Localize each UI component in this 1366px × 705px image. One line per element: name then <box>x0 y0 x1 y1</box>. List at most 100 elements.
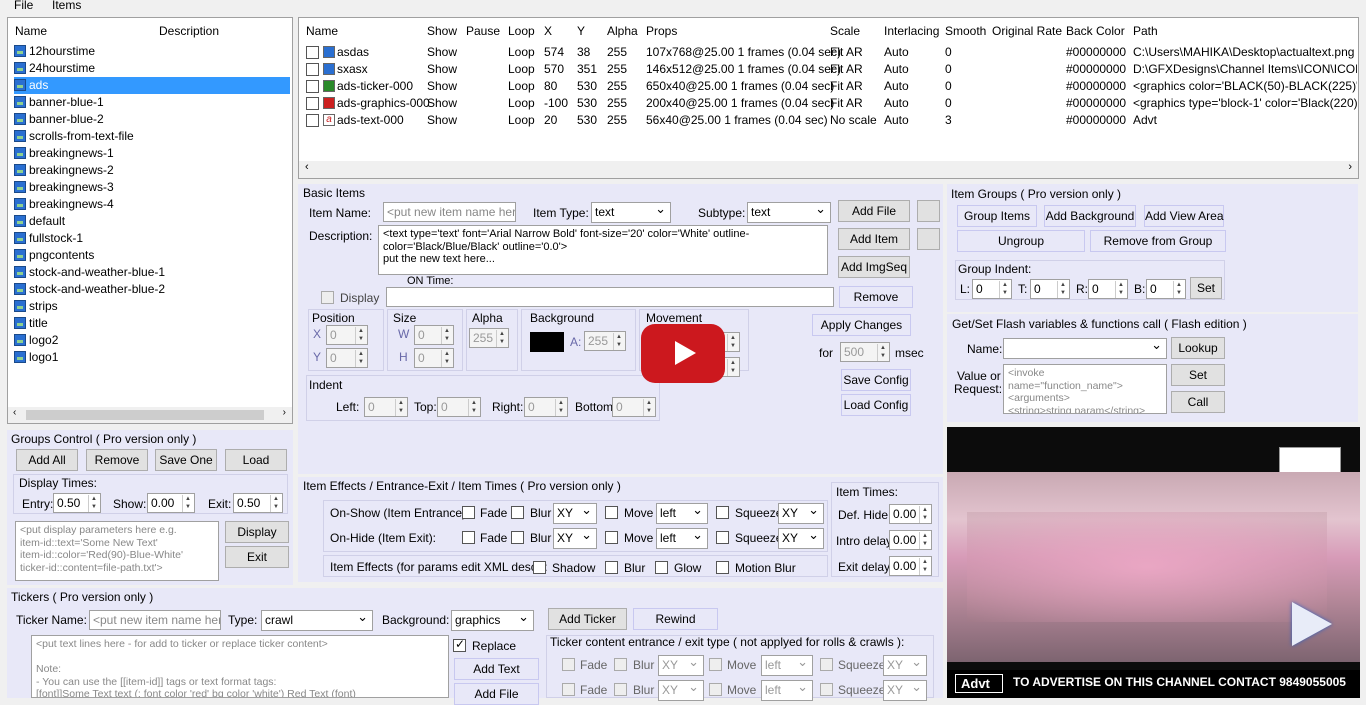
ticker-xy-select-0[interactable]: XY <box>658 652 704 676</box>
bg-alpha-spinner[interactable]: 255 <box>584 331 626 351</box>
rewind-button[interactable]: Rewind <box>633 608 718 630</box>
scroll-left-icon[interactable]: ‹ <box>13 407 16 418</box>
description-textarea[interactable]: <text type='text' font='Arial Narrow Bol… <box>378 225 828 275</box>
display-params-textarea[interactable]: <put display parameters here e.g. item-i… <box>15 521 219 581</box>
grid-col-original-rate[interactable]: Original Rate <box>992 18 1062 44</box>
youtube-play-button[interactable] <box>641 324 725 383</box>
ticker-background-select[interactable]: graphics <box>451 607 534 631</box>
entry-spinner[interactable]: 0.50 <box>53 493 101 513</box>
exit-delay-spinner[interactable]: 0.00 <box>889 556 932 576</box>
def-hide-spinner[interactable]: 0.00 <box>889 504 932 524</box>
grid-col-x[interactable]: X <box>544 18 552 44</box>
tree-header-description[interactable]: Description <box>159 18 219 44</box>
add-imgseq-button[interactable]: Add ImgSeq <box>838 256 910 278</box>
grid-col-props[interactable]: Props <box>646 18 677 44</box>
tree-item[interactable]: pngcontents <box>14 247 94 264</box>
squeeze-xy-select-show[interactable]: XY <box>778 500 824 524</box>
indent-right-spinner[interactable]: 0 <box>524 397 568 417</box>
scroll-right-icon[interactable]: › <box>283 407 286 418</box>
load-config-button[interactable]: Load Config <box>841 394 911 416</box>
tree-item[interactable]: 24hourstime <box>14 60 95 77</box>
grid-col-y[interactable]: Y <box>577 18 585 44</box>
flash-request-textarea[interactable]: <invoke name="function_name"> <arguments… <box>1003 364 1167 414</box>
tree-item[interactable]: banner-blue-1 <box>14 94 104 111</box>
flash-set-button[interactable]: Set <box>1171 364 1225 386</box>
tree-horizontal-scrollbar[interactable]: ‹ › <box>8 407 292 423</box>
group-items-button[interactable]: Group Items <box>957 205 1037 227</box>
groups-remove-button[interactable]: Remove <box>86 449 148 471</box>
exit-button[interactable]: Exit <box>225 546 289 568</box>
add-view-area-button[interactable]: Add View Area <box>1144 205 1224 227</box>
ticker-fade-checkbox-0[interactable] <box>562 658 575 671</box>
menu-file[interactable]: File <box>14 0 33 12</box>
subtype-select[interactable]: text <box>747 199 831 223</box>
save-config-button[interactable]: Save Config <box>841 369 911 391</box>
direction-select-show[interactable]: left <box>656 500 708 524</box>
intro-delay-spinner[interactable]: 0.00 <box>889 530 932 550</box>
ticker-fade-checkbox-1[interactable] <box>562 683 575 696</box>
item-type-select[interactable]: text <box>591 199 671 223</box>
tree-item[interactable]: strips <box>14 298 58 315</box>
ticker-direction-select-0[interactable]: left <box>761 652 813 676</box>
tree-item[interactable]: breakingnews-4 <box>14 196 114 213</box>
squeeze-xy-select-hide[interactable]: XY <box>778 525 824 549</box>
add-item-button[interactable]: Add Item <box>838 228 910 250</box>
blank-button-1[interactable] <box>917 200 940 222</box>
tree-header-name[interactable]: Name <box>15 18 47 44</box>
save-one-button[interactable]: Save One <box>155 449 217 471</box>
move-checkbox-show[interactable] <box>605 506 618 519</box>
tree-item[interactable]: stock-and-weather-blue-1 <box>14 264 165 281</box>
tree-item[interactable]: title <box>14 315 48 332</box>
tree-item[interactable]: fullstock-1 <box>14 230 83 247</box>
ticker-squeeze-checkbox-0[interactable] <box>820 658 833 671</box>
ticker-blur-checkbox-0[interactable] <box>614 658 627 671</box>
grid-col-scale[interactable]: Scale <box>830 18 860 44</box>
indent-bottom-spinner[interactable]: 0 <box>612 397 656 417</box>
grid-col-pause[interactable]: Pause <box>466 18 500 44</box>
table-row[interactable]: sxasx Show Loop 570 351 255 146x512@25.00 1 fr… <box>299 61 1358 78</box>
show-spinner[interactable]: 0.00 <box>147 493 195 513</box>
tree-item[interactable]: breakingnews-2 <box>14 162 114 179</box>
glow-checkbox[interactable] <box>655 561 668 574</box>
flash-call-button[interactable]: Call <box>1171 391 1225 413</box>
table-row[interactable]: a ads-text-000 Show Loop 20 530 255 56x40@25.00… <box>299 112 1358 129</box>
indent-left-spinner[interactable]: 0 <box>364 397 408 417</box>
pos-y-spinner[interactable]: 0 <box>326 348 368 368</box>
row-checkbox[interactable] <box>306 46 319 59</box>
tree-item[interactable]: logo2 <box>14 332 58 349</box>
menu-items[interactable]: Items <box>52 0 81 12</box>
ticker-name-input[interactable]: <put new item name here> <box>89 610 221 630</box>
blank-button-2[interactable] <box>917 228 940 250</box>
indent-l-spinner[interactable]: 0 <box>972 279 1012 299</box>
xy-select-show[interactable]: XY <box>553 500 597 524</box>
add-all-button[interactable]: Add All <box>16 449 78 471</box>
tree-item[interactable]: scrolls-from-text-file <box>14 128 134 145</box>
tree-item[interactable]: breakingnews-1 <box>14 145 114 162</box>
xy-select-hide[interactable]: XY <box>553 525 597 549</box>
grid-col-path[interactable]: Path <box>1133 18 1158 44</box>
ticker-type-select[interactable]: crawl <box>261 607 373 631</box>
tree-item[interactable]: banner-blue-2 <box>14 111 104 128</box>
indent-b-spinner[interactable]: 0 <box>1146 279 1186 299</box>
item-name-input[interactable]: <put new item name here> <box>383 202 516 222</box>
background-color-swatch[interactable] <box>530 332 564 352</box>
video-preview[interactable]: Advt TO ADVERTISE ON THIS CHANNEL CONTAC… <box>947 427 1360 698</box>
indent-r-spinner[interactable]: 0 <box>1088 279 1128 299</box>
ticker-squeeze-xy-select-0[interactable]: XY <box>883 652 927 676</box>
replace-checkbox[interactable]: ✓ <box>453 637 466 652</box>
shadow-checkbox[interactable] <box>533 561 546 574</box>
size-h-spinner[interactable]: 0 <box>414 348 454 368</box>
remove-from-group-button[interactable]: Remove from Group <box>1090 230 1226 252</box>
tree-item[interactable]: 12hourstime <box>14 43 95 60</box>
indent-t-spinner[interactable]: 0 <box>1030 279 1070 299</box>
ticker-move-checkbox-0[interactable] <box>709 658 722 671</box>
ticker-content-textarea[interactable]: <put text lines here - for add to ticker… <box>31 635 449 698</box>
apply-changes-button[interactable]: Apply Changes <box>812 314 911 336</box>
fade-checkbox-show[interactable] <box>462 506 475 519</box>
grid-col-name[interactable]: Name <box>306 18 338 44</box>
blur-effect-checkbox[interactable] <box>605 561 618 574</box>
squeeze-checkbox-show[interactable] <box>716 506 729 519</box>
blur-checkbox-show[interactable] <box>511 506 524 519</box>
next-arrow-icon[interactable] <box>1292 602 1332 646</box>
pos-x-spinner[interactable]: 0 <box>326 325 368 345</box>
